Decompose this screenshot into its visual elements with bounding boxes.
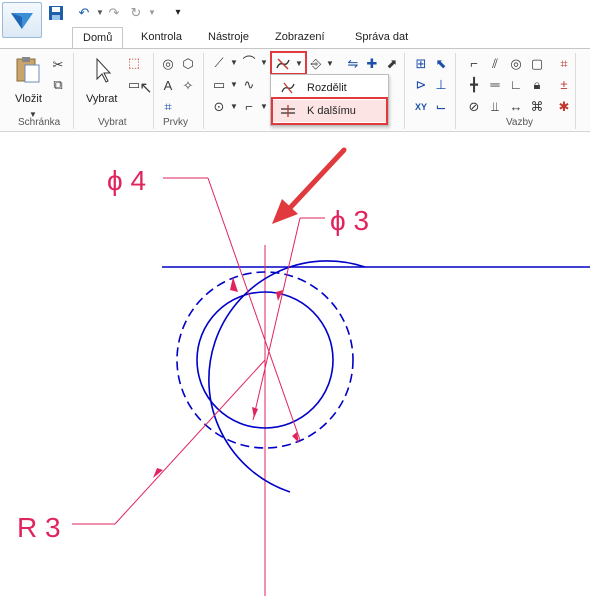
symmetric-icon[interactable]: ↔ (508, 99, 524, 115)
save-icon[interactable] (48, 5, 64, 21)
equal-icon[interactable]: ▢ (529, 56, 545, 72)
select-drag-icon[interactable]: ⬈ (384, 56, 400, 72)
quick-access-toolbar: ↶ ▼ ↷ ↻ ▼ ▾ (0, 0, 590, 38)
line-dropdown-icon[interactable]: ▼ (226, 55, 242, 71)
select-pointer-icon[interactable] (93, 57, 113, 85)
pattern-icon[interactable]: ⌗ (160, 99, 176, 115)
paste-label[interactable]: Vložit (15, 93, 42, 105)
lock-icon[interactable]: 🔒︎ (529, 77, 545, 93)
group-separator (203, 53, 204, 129)
polygon-icon[interactable]: ⬡ (180, 56, 196, 72)
rectangle-dropdown-icon[interactable]: ▼ (226, 77, 242, 93)
paste-icon[interactable] (14, 55, 42, 85)
fix-icon[interactable]: ⌘ (529, 99, 545, 115)
group-separator (153, 53, 154, 129)
tab-kontrola[interactable]: Kontrola (131, 27, 192, 48)
curve-icon[interactable]: ∿ (241, 77, 257, 93)
connect-icon[interactable]: ⌐ (466, 56, 482, 72)
menu-item-label: Rozdělit (307, 82, 347, 94)
dim-text-outer-diameter[interactable]: ϕ 4 (107, 165, 146, 196)
horizontal-icon[interactable]: ═ (487, 77, 503, 93)
ribbon-tabs: Domů Kontrola Nástroje Zobrazení Správa … (0, 27, 590, 50)
dim-line-mid (252, 217, 301, 421)
rigid-icon[interactable]: ⊘ (466, 99, 482, 115)
move-icon[interactable]: ✚ (364, 56, 380, 72)
tab-sprava-dat[interactable]: Správa dat (345, 27, 418, 48)
callout-arrow-shaft (285, 147, 347, 213)
group-separator (73, 53, 74, 129)
group-separator (404, 53, 405, 129)
collinear-icon[interactable]: ⫫ (487, 99, 503, 115)
xy-icon[interactable]: XY (413, 99, 429, 115)
dim-text-mid-diameter[interactable]: ϕ 3 (330, 205, 369, 236)
target-icon[interactable]: ◎ (160, 56, 176, 72)
mirror-icon[interactable]: ⇋ (345, 56, 361, 72)
cut-icon[interactable]: ✂ (50, 57, 66, 73)
group-label-vazby: Vazby (506, 117, 534, 128)
customize-icon[interactable]: ▾ (170, 5, 186, 21)
tab-zobrazeni[interactable]: Zobrazení (265, 27, 335, 48)
offset-dropdown-icon[interactable]: ▼ (322, 56, 338, 72)
repeat-dropdown-icon[interactable]: ▼ (144, 5, 160, 21)
menu-item-highlight (271, 97, 388, 125)
redo-icon[interactable]: ↷ (106, 5, 122, 21)
tab-domu[interactable]: Domů (72, 27, 124, 50)
circle-dropdown-icon[interactable]: ▼ (226, 99, 242, 115)
relations-toggle-icon[interactable]: ⌗ (556, 56, 572, 72)
concentric-icon[interactable]: ◎ (508, 56, 524, 72)
group-separator (455, 53, 456, 129)
menu-item-rozdelit[interactable]: Rozdělit (271, 77, 386, 99)
dim-text-radius[interactable]: R 3 (17, 512, 61, 543)
tangent-icon[interactable]: ∟ (508, 77, 524, 93)
annotation-icon[interactable]: ⌙ (433, 99, 449, 115)
copy-icon[interactable]: ⧉ (50, 77, 66, 93)
dimension-icon[interactable]: ⊞ (413, 56, 429, 72)
repeat-icon[interactable]: ↻ (128, 5, 144, 21)
dim-arrow (252, 407, 258, 418)
split-icon (280, 80, 296, 96)
cursor-icon: ↖ (139, 80, 153, 97)
drawing-canvas[interactable]: ϕ 4 ϕ 3 R 3 (0, 131, 590, 596)
tab-nastroje[interactable]: Nástroje (198, 27, 259, 48)
distance-icon[interactable]: ⊳ (413, 77, 429, 93)
coordinate-icon[interactable]: ⊥ (433, 77, 449, 93)
fillet-icon[interactable]: ⌐ (241, 99, 257, 115)
trim-button-highlight (270, 51, 307, 75)
circle-icon[interactable]: ⊙ (211, 99, 227, 115)
rectangle-icon[interactable]: ▭ (211, 77, 227, 93)
group-label-vybrat: Vybrat (98, 117, 127, 128)
group-label-schranka: Schránka (18, 117, 61, 128)
group-label-prvky: Prvky (163, 117, 188, 128)
arc-icon[interactable]: ⌒ (241, 55, 257, 71)
undo-icon[interactable]: ↶ (76, 5, 92, 21)
perpendicular-icon[interactable]: ╋ (466, 77, 482, 93)
parallel-icon[interactable]: ⫽ (487, 56, 503, 72)
point-icon[interactable]: ✧ (180, 78, 196, 94)
relation-handles-icon[interactable]: ✱ (556, 99, 572, 115)
relation-assist-icon[interactable]: ± (556, 77, 572, 93)
text-icon[interactable]: A (160, 78, 176, 94)
line-icon[interactable]: ⟋ (211, 55, 227, 71)
angle-dimension-icon[interactable]: ⬉ (433, 56, 449, 72)
group-separator (575, 53, 576, 129)
dim-line-radius (114, 359, 266, 525)
select-box-icon[interactable]: ⬚ (126, 55, 142, 71)
sketch-drawing[interactable]: ϕ 4 ϕ 3 R 3 (0, 131, 590, 596)
select-label[interactable]: Vybrat (86, 93, 117, 105)
